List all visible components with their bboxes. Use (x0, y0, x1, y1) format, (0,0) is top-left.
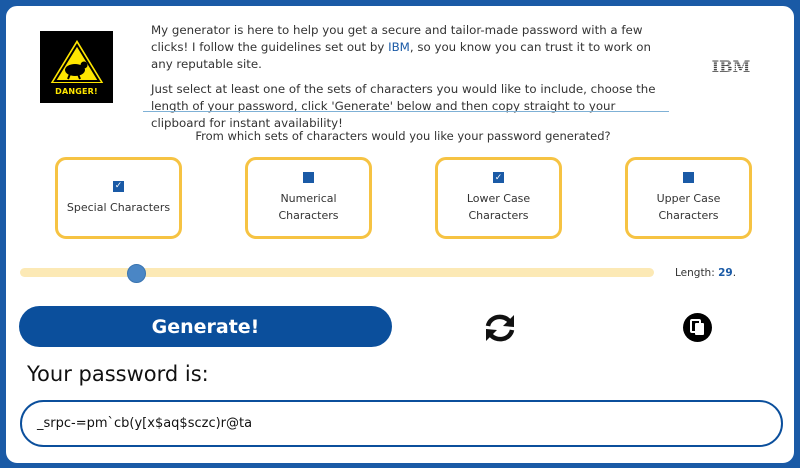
charset-question: From which sets of characters would you … (195, 129, 611, 143)
divider (143, 111, 669, 112)
option-lower-case-characters[interactable]: Lower Case Characters (435, 157, 562, 239)
checkbox-special[interactable] (113, 180, 124, 192)
option-label: Upper Case Characters (656, 192, 721, 222)
intro-paragraph-1: My generator is here to help you get a s… (151, 23, 651, 71)
generate-button[interactable]: Generate! (19, 306, 392, 347)
intro-text: My generator is here to help you get a s… (151, 22, 666, 140)
password-title: Your password is: (27, 362, 209, 386)
password-output[interactable]: _srpc-=pm`cb(y[x$aq$sczc)r@ta (20, 400, 783, 447)
password-value: _srpc-=pm`cb(y[x$aq$sczc)r@ta (37, 416, 253, 431)
logo-text: DANGER! (55, 87, 98, 96)
intro-paragraph-2: Just select at least one of the sets of … (151, 82, 656, 130)
length-value: 29 (718, 267, 733, 279)
svg-text:IBM: IBM (712, 58, 751, 74)
option-label: Special Characters (66, 200, 171, 214)
length-slider-track[interactable] (20, 268, 654, 277)
checkbox-numerical[interactable] (303, 172, 314, 183)
length-slider-thumb[interactable] (127, 264, 146, 283)
length-readout: Length: 29. (675, 267, 737, 279)
danger-logo: DANGER! (40, 31, 113, 103)
ibm-logo: IBM (712, 58, 751, 74)
option-upper-case-characters[interactable]: Upper Case Characters (625, 157, 752, 239)
checkbox-lower-case[interactable] (493, 172, 504, 183)
option-numerical-characters[interactable]: Numerical Characters (245, 157, 372, 239)
option-special-characters[interactable]: Special Characters (55, 157, 182, 239)
checkbox-upper-case[interactable] (683, 172, 694, 183)
ibm-link[interactable]: IBM (388, 40, 410, 54)
copy-icon[interactable] (683, 313, 712, 342)
option-label: Lower Case Characters (466, 192, 531, 222)
option-label: Numerical Characters (278, 192, 339, 222)
warning-triangle-icon (46, 36, 107, 85)
refresh-icon[interactable] (483, 312, 517, 344)
app-frame: DANGER! My generator is here to help you… (3, 3, 797, 466)
